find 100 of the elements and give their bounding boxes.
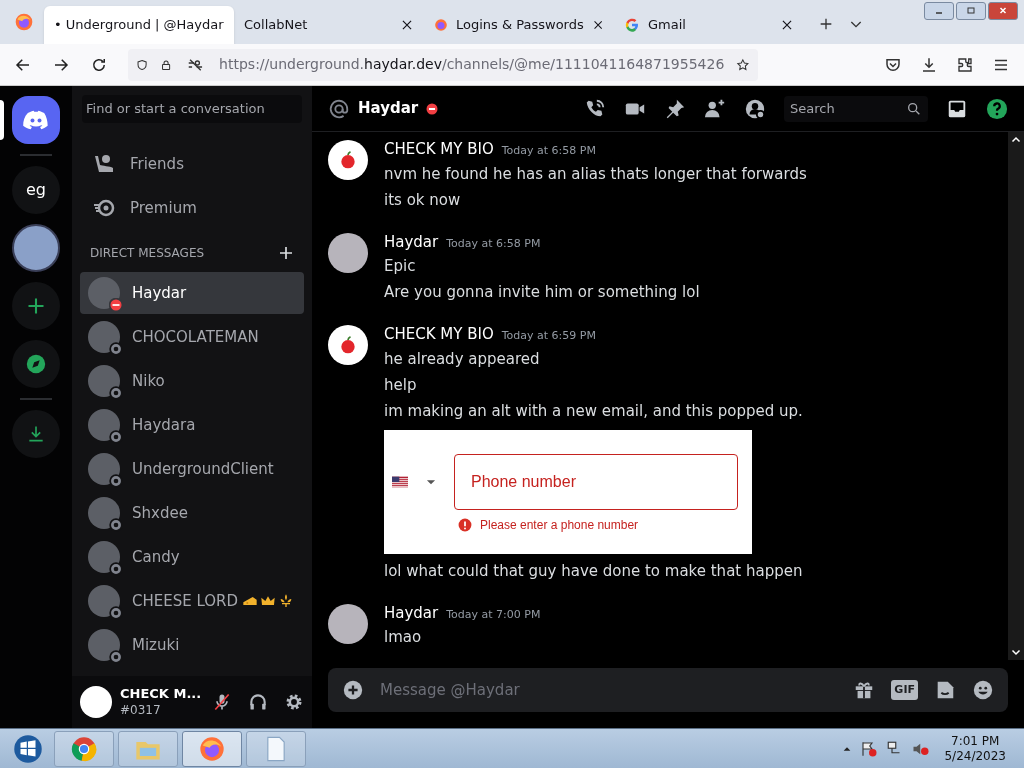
nav-item[interactable]: Friends	[80, 142, 304, 186]
dm-item[interactable]: Niko	[80, 360, 304, 402]
avatar	[88, 365, 120, 397]
server-button[interactable]: eg	[12, 166, 60, 214]
server-avatar[interactable]	[12, 224, 60, 272]
gif-button[interactable]: GIF	[891, 679, 918, 701]
help-icon[interactable]	[986, 97, 1008, 120]
pin-icon[interactable]	[664, 97, 686, 120]
username: CHECK M...	[120, 686, 203, 703]
message-text: Are you gonna invite him or something lol	[384, 282, 700, 303]
emoji-icon[interactable]	[972, 679, 994, 701]
at-sign-icon	[328, 97, 350, 120]
offline-status-icon	[109, 650, 123, 664]
firefox-icon	[198, 734, 226, 763]
flag-icon[interactable]	[860, 739, 879, 758]
error-message: Please enter a phone number	[480, 516, 639, 534]
browser-tab[interactable]: Gmail	[614, 6, 804, 44]
author-name: CHECK MY BIO	[384, 139, 494, 160]
close-icon[interactable]	[591, 18, 604, 32]
dm-item[interactable]: Candy	[80, 536, 304, 578]
dm-item[interactable]: Shxdee	[80, 492, 304, 534]
dm-item[interactable]: Haydara	[80, 404, 304, 446]
download-icon[interactable]	[920, 55, 938, 74]
plus-icon	[26, 296, 46, 316]
offline-status-icon	[109, 518, 123, 532]
download-apps-button[interactable]	[12, 410, 60, 458]
selection-indicator	[0, 100, 4, 140]
do-not-disturb-icon	[109, 298, 123, 312]
message-input[interactable]: Message @Haydar GIF	[328, 668, 1008, 712]
google-icon	[624, 17, 640, 33]
author-name: Haydar	[384, 602, 439, 624]
search-field[interactable]: Search	[784, 95, 928, 122]
close-icon[interactable]	[400, 18, 414, 32]
avatar	[88, 497, 120, 529]
extensions-icon[interactable]	[956, 55, 974, 74]
timestamp: Today at 7:00 PM	[446, 606, 541, 623]
taskbar-app[interactable]	[182, 730, 242, 767]
avatar	[88, 629, 120, 661]
clock-date: 5/24/2023	[944, 748, 1006, 764]
windows-logo-icon	[13, 733, 43, 764]
message-text: im making an alt with a new email, and this popped up.	[384, 400, 803, 422]
dm-item[interactable]: Haydar	[80, 272, 304, 314]
user-profile-icon[interactable]	[744, 97, 766, 120]
explore-button[interactable]	[12, 340, 60, 388]
add-attachment-icon[interactable]	[342, 679, 364, 701]
avatar	[88, 453, 120, 485]
add-server-button[interactable]	[12, 282, 60, 330]
dm-item[interactable]: UndergroundClient	[80, 448, 304, 490]
avatar	[328, 232, 368, 273]
offline-status-icon	[109, 606, 123, 620]
dm-item[interactable]: CHOCOLATEMAN	[80, 316, 304, 358]
user-tag: #0317	[120, 702, 204, 718]
error-icon	[458, 517, 472, 532]
new-tab-icon[interactable]	[818, 16, 834, 32]
scrollbar[interactable]	[1008, 132, 1024, 660]
timestamp: Today at 6:59 PM	[501, 328, 596, 344]
browser-tab[interactable]: • Underground | @Haydar	[44, 6, 234, 44]
chrome-icon	[70, 734, 98, 763]
avatar	[88, 541, 120, 573]
settings-icon[interactable]	[284, 692, 304, 712]
microphone-icon[interactable]	[212, 692, 232, 712]
offline-status-icon	[109, 562, 123, 576]
timestamp: Today at 6:58 PM	[501, 143, 596, 159]
search-icon	[906, 100, 922, 117]
message-text: lmao	[384, 627, 423, 648]
author-name: Haydar	[384, 231, 439, 253]
apple-icon	[338, 150, 358, 170]
home-button[interactable]	[12, 96, 60, 144]
browser-tab[interactable]: Logins & Passwords	[424, 6, 614, 44]
firefox-icon	[434, 17, 448, 33]
download-icon	[26, 424, 46, 444]
section-heading: DIRECT MESSAGES	[90, 245, 205, 262]
phone-number-field: Phone number	[454, 453, 738, 510]
firefox-icon[interactable]	[14, 12, 34, 32]
dm-item[interactable]: Mizuki	[80, 624, 304, 666]
avatar	[88, 409, 120, 441]
browser-tab[interactable]: CollabNet	[234, 6, 424, 44]
avatar	[88, 277, 120, 309]
plus-icon[interactable]	[278, 245, 294, 261]
compass-icon	[25, 353, 47, 375]
do-not-disturb-icon	[426, 102, 439, 115]
headphones-icon[interactable]	[248, 692, 268, 712]
offline-status-icon	[109, 342, 123, 356]
search-field[interactable]: Find or start a conversation	[82, 95, 302, 123]
timestamp: Today at 6:58 PM	[446, 235, 541, 252]
offline-status-icon	[109, 386, 123, 400]
maximize-icon[interactable]	[964, 5, 978, 17]
dm-item[interactable]: CHEESE LORD	[80, 580, 304, 622]
add-friend-icon[interactable]	[704, 97, 726, 120]
avatar	[328, 603, 368, 644]
avatar	[80, 686, 112, 718]
nav-item[interactable]: Premium	[80, 186, 304, 230]
avatar	[88, 321, 120, 353]
avatar	[88, 585, 120, 617]
taskbar-app[interactable]	[54, 730, 114, 767]
message-text: its ok now	[384, 189, 462, 211]
offline-status-icon	[109, 430, 123, 444]
message-text: Epic	[384, 256, 417, 277]
message-text: he already appeared	[384, 348, 541, 370]
close-icon[interactable]	[780, 18, 794, 32]
